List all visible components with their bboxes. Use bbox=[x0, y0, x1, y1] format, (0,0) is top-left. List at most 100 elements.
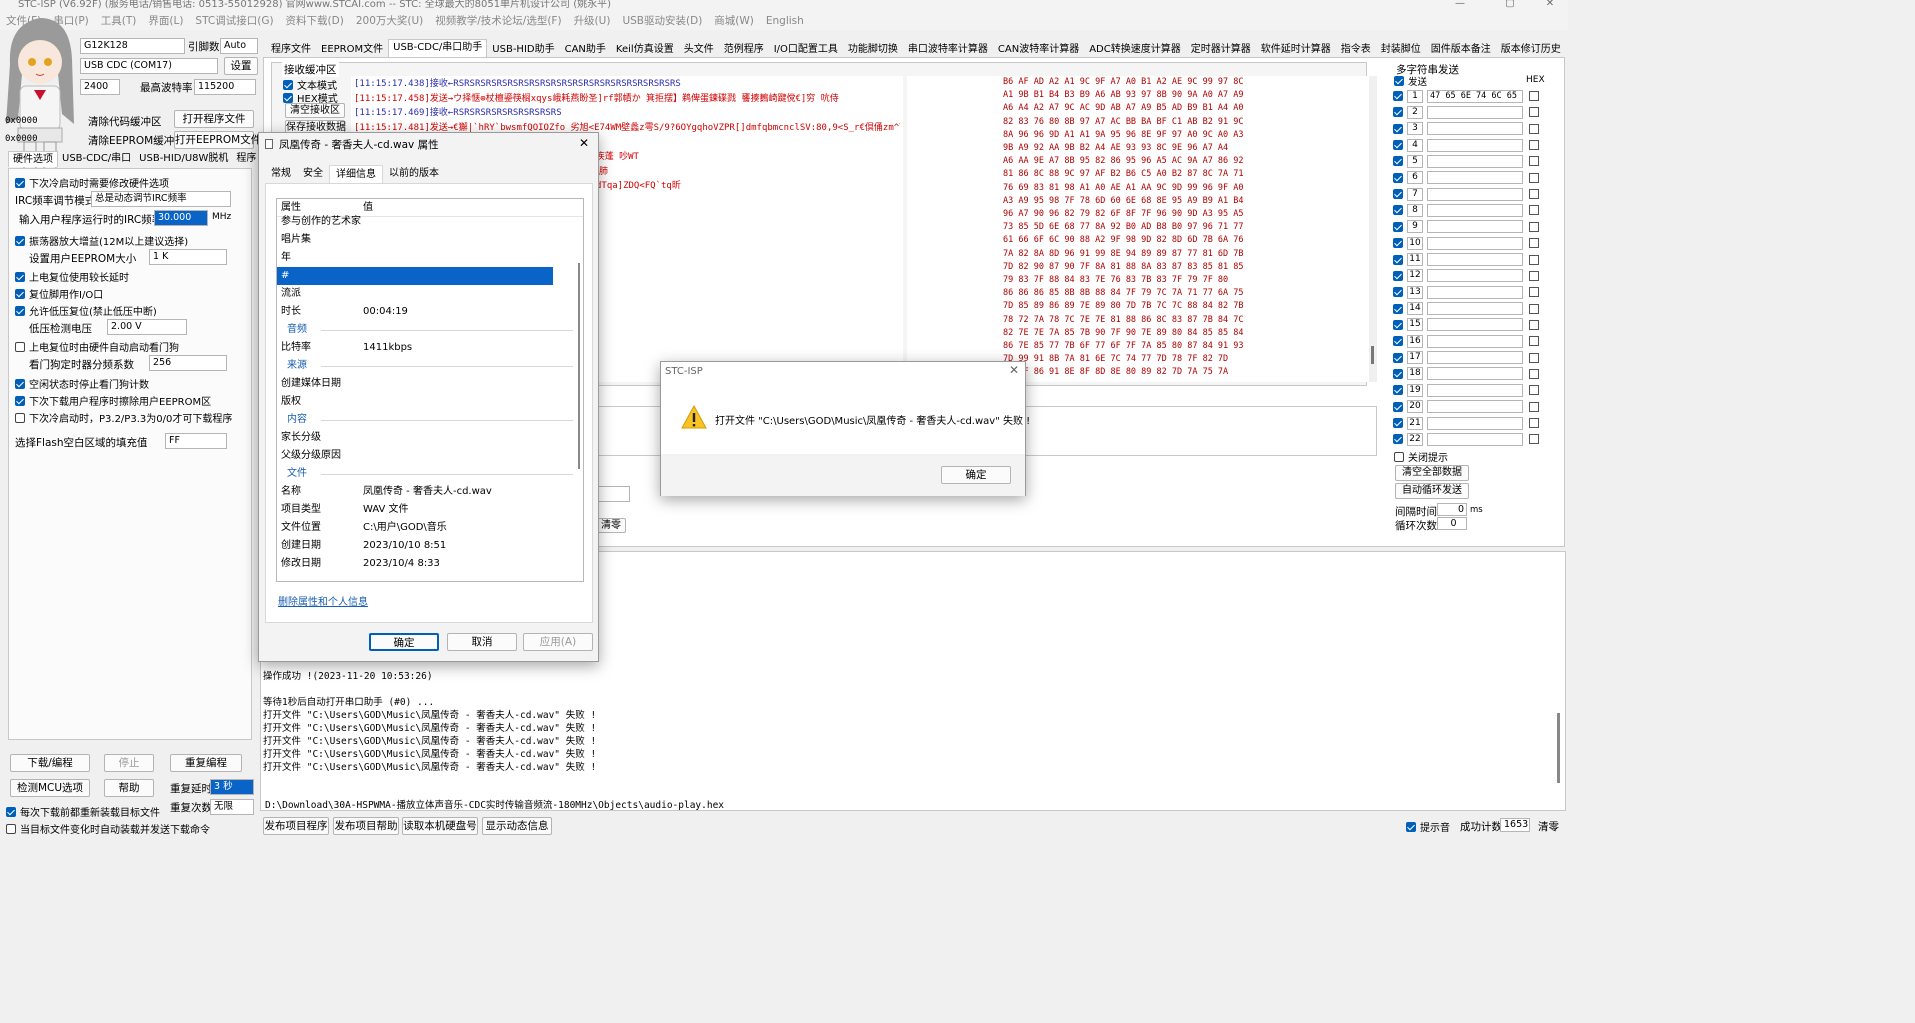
checkbox-icon[interactable] bbox=[15, 395, 25, 406]
send-string-input[interactable] bbox=[1427, 122, 1523, 136]
props-tab[interactable]: 详细信息 bbox=[329, 164, 383, 184]
checkbox-icon[interactable] bbox=[1394, 76, 1404, 86]
pins-select[interactable]: Auto bbox=[220, 38, 258, 54]
main-tab[interactable]: 程序文件 bbox=[266, 41, 316, 57]
send-row-number-button[interactable]: 7 bbox=[1407, 187, 1423, 201]
send-string-input[interactable] bbox=[1427, 432, 1523, 446]
msgbox-close-icon[interactable]: ✕ bbox=[1009, 363, 1019, 377]
props-row[interactable]: 项目类型 WAV 文件 bbox=[277, 501, 583, 519]
props-row[interactable]: 比特率 1411kbps bbox=[277, 339, 583, 357]
hex-checkbox[interactable] bbox=[1529, 172, 1539, 183]
open-eeprom-button[interactable]: 打开EEPROM文件 bbox=[174, 131, 261, 149]
main-tab[interactable]: 版本修订历史 bbox=[1496, 41, 1566, 57]
main-tab[interactable]: 功能脚切换 bbox=[843, 41, 903, 57]
props-row[interactable]: 版权 bbox=[277, 393, 583, 411]
checkbox-icon[interactable] bbox=[15, 177, 25, 188]
hex-checkbox[interactable] bbox=[1529, 205, 1539, 216]
checkbox-icon[interactable] bbox=[1393, 434, 1403, 445]
hex-checkbox[interactable] bbox=[1529, 368, 1539, 379]
main-tab[interactable]: 定时器计算器 bbox=[1186, 41, 1256, 57]
lv-detect-select[interactable]: 2.00 V bbox=[107, 319, 187, 335]
props-row[interactable]: 年 bbox=[277, 249, 583, 267]
hex-checkbox[interactable] bbox=[1529, 401, 1539, 412]
checkbox-icon[interactable] bbox=[15, 412, 25, 423]
opt-p32-p33[interactable]: 下次冷启动时，P3.2/P3.3为0/0才可下载程序 bbox=[15, 410, 232, 425]
checkbox-icon[interactable] bbox=[1393, 238, 1403, 249]
opt-osc-gain[interactable]: 振荡器放大增益(12M以上建议选择) bbox=[15, 233, 188, 248]
main-tab[interactable]: ADC转换速度计算器 bbox=[1084, 41, 1186, 57]
main-tab[interactable]: Keil仿真设置 bbox=[611, 41, 679, 57]
opt-reset-io[interactable]: 复位脚用作I/O口 bbox=[15, 286, 103, 301]
menu-item[interactable]: 界面(L) bbox=[142, 12, 189, 30]
send-row-number-button[interactable]: 6 bbox=[1407, 171, 1423, 185]
reprogram-button[interactable]: 重复编程 bbox=[170, 754, 242, 772]
checkbox-icon[interactable] bbox=[1393, 91, 1403, 101]
show-dynamic-button[interactable]: 显示动态信息 bbox=[482, 817, 552, 835]
send-string-input[interactable] bbox=[1427, 351, 1523, 365]
hex-checkbox[interactable] bbox=[1529, 319, 1539, 330]
remove-properties-link[interactable]: 删除属性和个人信息 bbox=[278, 593, 368, 608]
main-tab[interactable]: CAN波特率计算器 bbox=[993, 41, 1084, 57]
send-row-number-button[interactable]: 9 bbox=[1407, 220, 1423, 234]
props-row[interactable]: 名称 凤凰传奇 - 奢香夫人-cd.wav bbox=[277, 483, 583, 501]
checkbox-icon[interactable] bbox=[1393, 172, 1403, 183]
checkbox-icon[interactable] bbox=[1393, 156, 1403, 167]
hex-checkbox[interactable] bbox=[1529, 123, 1539, 134]
send-row-number-button[interactable]: 3 bbox=[1407, 122, 1423, 136]
send-string-input[interactable] bbox=[1427, 318, 1523, 332]
main-tab[interactable]: I/O口配置工具 bbox=[769, 41, 843, 57]
menu-item[interactable]: 200万大奖(U) bbox=[350, 12, 429, 30]
publish-program-button[interactable]: 发布项目程序 bbox=[263, 817, 329, 835]
checkbox-icon[interactable] bbox=[1393, 221, 1403, 232]
hex-checkbox[interactable] bbox=[1529, 418, 1539, 428]
props-close-icon[interactable]: ✕ bbox=[579, 136, 589, 150]
send-row-number-button[interactable]: 18 bbox=[1407, 367, 1423, 381]
send-row-number-button[interactable]: 16 bbox=[1407, 334, 1423, 348]
maximize-icon[interactable]: ▢ bbox=[1500, 0, 1520, 10]
send-row-number-button[interactable]: 21 bbox=[1407, 416, 1423, 430]
menu-item[interactable]: 工具(T) bbox=[95, 12, 143, 30]
send-string-input[interactable] bbox=[1427, 334, 1523, 348]
props-row[interactable]: 父级分级原因 bbox=[277, 447, 583, 465]
checkbox-icon[interactable] bbox=[15, 341, 25, 352]
checkbox-icon[interactable] bbox=[1393, 385, 1403, 396]
retry-count-select[interactable]: 无限 bbox=[210, 799, 254, 815]
props-row[interactable]: 文件位置 C:\用户\GOD\音乐 bbox=[277, 519, 583, 537]
hex-checkbox[interactable] bbox=[1529, 303, 1539, 314]
props-apply-button[interactable]: 应用(A) bbox=[523, 633, 593, 651]
clear-all-button[interactable]: 清空全部数据 bbox=[1395, 465, 1469, 481]
checkbox-icon[interactable] bbox=[1393, 123, 1403, 134]
main-tab[interactable]: USB-CDC/串口助手 bbox=[388, 39, 488, 57]
wdt-div-select[interactable]: 256 bbox=[149, 355, 227, 371]
hex-checkbox[interactable] bbox=[1529, 156, 1539, 167]
send-string-input[interactable] bbox=[1427, 138, 1523, 152]
hex-checkbox[interactable] bbox=[1529, 91, 1539, 101]
hex-checkbox[interactable] bbox=[1529, 140, 1539, 151]
left-subtab[interactable]: 程序加密后传输 bbox=[232, 151, 256, 167]
send-row-number-button[interactable]: 2 bbox=[1407, 105, 1423, 119]
read-disk-id-button[interactable]: 读取本机硬盘号 bbox=[402, 817, 478, 835]
props-row[interactable]: 参与创作的艺术家 bbox=[277, 213, 583, 231]
props-tab[interactable]: 以前的版本 bbox=[383, 165, 445, 183]
checkbox-icon[interactable] bbox=[283, 92, 293, 103]
checkbox-icon[interactable] bbox=[1393, 319, 1403, 330]
send-string-input[interactable] bbox=[1427, 171, 1523, 185]
send-string-input[interactable] bbox=[1427, 416, 1523, 430]
send-option-select[interactable] bbox=[598, 486, 630, 502]
send-string-input[interactable] bbox=[1427, 105, 1523, 119]
send-row-number-button[interactable]: 12 bbox=[1407, 269, 1423, 283]
checkbox-icon[interactable] bbox=[1393, 303, 1403, 314]
checkbox-icon[interactable] bbox=[1393, 254, 1403, 265]
send-string-input[interactable] bbox=[1427, 302, 1523, 316]
publish-help-button[interactable]: 发布项目帮助 bbox=[333, 817, 399, 835]
send-row-number-button[interactable]: 20 bbox=[1407, 400, 1423, 414]
menu-item[interactable]: English bbox=[760, 12, 810, 30]
send-string-input[interactable] bbox=[1427, 269, 1523, 283]
props-row[interactable]: 流派 bbox=[277, 285, 583, 303]
send-row-number-button[interactable]: 4 bbox=[1407, 138, 1423, 152]
send-row-number-button[interactable]: 19 bbox=[1407, 383, 1423, 397]
main-tab[interactable]: 软件延时计算器 bbox=[1256, 41, 1336, 57]
main-tab[interactable]: 串口波特率计算器 bbox=[903, 41, 993, 57]
hex-checkbox[interactable] bbox=[1529, 287, 1539, 298]
send-row-number-button[interactable]: 10 bbox=[1407, 236, 1423, 250]
